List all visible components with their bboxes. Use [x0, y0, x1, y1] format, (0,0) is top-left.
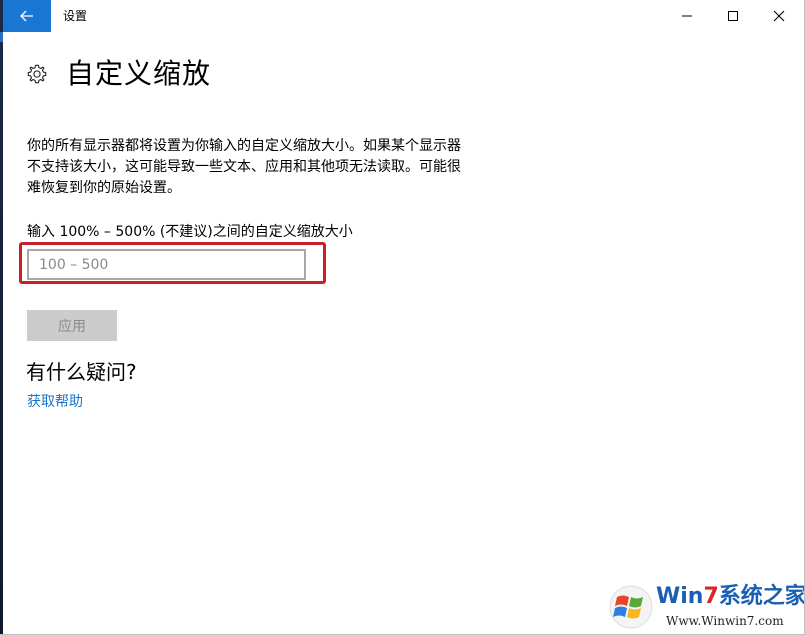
page-header: 自定义缩放 [26, 56, 211, 92]
apply-button[interactable]: 应用 [27, 310, 117, 341]
desktop-edge-accent [0, 32, 3, 42]
watermark: Win7系统之家 Www.Winwin7.com [608, 582, 805, 632]
description-text: 你的所有显示器都将设置为你输入的自定义缩放大小。如果某个显示器不支持该大小，这可… [27, 138, 461, 196]
maximize-icon [728, 11, 738, 21]
minimize-button[interactable] [664, 0, 710, 32]
minimize-icon [682, 15, 692, 17]
back-arrow-icon [20, 10, 33, 22]
page-title: 自定义缩放 [66, 57, 212, 90]
custom-scale-input[interactable] [27, 249, 306, 280]
watermark-url: Www.Winwin7.com [666, 614, 784, 628]
window-title: 设置 [63, 9, 88, 23]
scale-field-label: 输入 100% – 500% (不建议)之间的自定义缩放大小 [27, 224, 353, 240]
gear-icon [26, 63, 48, 85]
settings-window: 设置 自定义缩放 你的所有显示器都将设置为你输入的自定义缩放大小。如果某个显示器… [0, 0, 805, 635]
get-help-link[interactable]: 获取帮助 [27, 392, 83, 412]
close-icon [773, 10, 785, 22]
back-button[interactable] [3, 0, 51, 32]
watermark-brand: Win7系统之家 [656, 584, 805, 609]
title-bar: 设置 [3, 0, 804, 32]
windows-logo-icon [609, 585, 653, 629]
maximize-button[interactable] [710, 0, 756, 32]
faq-heading: 有什么疑问? [26, 360, 137, 384]
desktop-edge [0, 0, 3, 634]
close-button[interactable] [756, 0, 802, 32]
